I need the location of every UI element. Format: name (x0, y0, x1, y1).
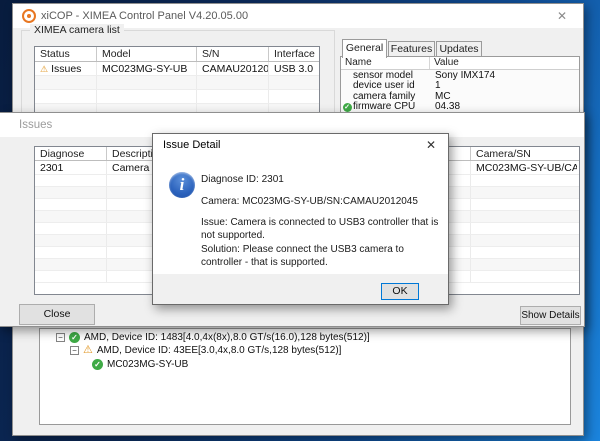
tree-item-label: MC023MG-SY-UB (107, 359, 188, 370)
show-details-button[interactable]: Show Details (520, 306, 581, 325)
tree-item-label: AMD, Device ID: 1483[4.0,4x(8x),8.0 GT/s… (84, 332, 370, 343)
camera-interface: USB 3.0 (269, 62, 318, 75)
tab-general[interactable]: General (342, 39, 387, 58)
issue-detail-dialog: Issue Detail ✕ i Diagnose ID: 2301 Camer… (152, 133, 449, 305)
property-value: MC (430, 91, 577, 102)
ok-check-icon: ✓ (69, 332, 80, 343)
tree-item-root-controller[interactable]: − ✓ AMD, Device ID: 1483[4.0,4x(8x),8.0 … (40, 329, 570, 343)
property-value: Sony IMX174 (430, 70, 577, 81)
close-icon[interactable]: ✕ (414, 134, 448, 156)
info-icon: i (169, 172, 195, 198)
tree-item-label: AMD, Device ID: 43EE[3.0,4x,8.0 GT/s,128… (97, 345, 342, 356)
property-value: 04.38 (430, 101, 577, 112)
property-name: firmware CPU (353, 101, 430, 112)
column-header-status[interactable]: Status (35, 47, 97, 61)
column-header-diagnose[interactable]: Diagnose (35, 147, 107, 160)
pcie-tree-panel: − ✓ AMD, Device ID: 1483[4.0,4x(8x),8.0 … (39, 328, 571, 425)
empty-row (35, 76, 319, 90)
issue-camera-sn: MC023MG-SY-UB/CAMAU2... (471, 161, 577, 174)
solution-line: Solution: Please connect the USB3 camera… (201, 244, 443, 269)
dialog-titlebar[interactable]: Issue Detail ✕ (153, 134, 448, 156)
collapse-icon[interactable]: − (70, 346, 79, 355)
column-header-sn[interactable]: S/N (197, 47, 269, 61)
camera-list-table: Status Model S/N Interface ⚠Issues MC023… (34, 46, 320, 116)
property-value: 1 (430, 80, 577, 91)
ok-check-icon: ✓ (92, 359, 103, 370)
property-name: device user id (353, 80, 430, 91)
issues-window-title: Issues (19, 113, 52, 137)
camera-model: MC023MG-SY-UB (97, 62, 197, 75)
column-header-camera-sn[interactable]: Camera/SN (471, 147, 577, 160)
property-row[interactable]: device user id 1 (341, 81, 579, 92)
xicop-app-icon (22, 9, 36, 23)
column-header-value[interactable]: Value (430, 57, 577, 69)
camera-table-header: Status Model S/N Interface (35, 47, 319, 62)
diagnose-id-line: Diagnose ID: 2301 (201, 174, 443, 187)
issue-line: Issue: Camera is connected to USB3 contr… (201, 217, 443, 242)
issue-diagnose-id: 2301 (35, 161, 107, 174)
column-header-model[interactable]: Model (97, 47, 197, 61)
general-tab-panel: Name Value sensor model Sony IMX174 devi… (340, 56, 580, 118)
tab-updates[interactable]: Updates (436, 41, 482, 57)
column-header-interface[interactable]: Interface (269, 47, 318, 61)
camera-status: Issues (51, 63, 81, 75)
column-header-name[interactable]: Name (341, 57, 430, 69)
close-button[interactable]: Close (19, 304, 95, 325)
property-row[interactable]: ✓ firmware CPU 04.38 (341, 102, 579, 113)
warning-icon: ⚠ (40, 64, 48, 74)
dialog-title: Issue Detail (163, 134, 220, 156)
property-row[interactable]: sensor model Sony IMX174 (341, 70, 579, 81)
property-row[interactable]: camera family MC (341, 91, 579, 102)
tree-item-camera[interactable]: ✓ MC023MG-SY-UB (40, 357, 570, 371)
property-name: camera family (353, 91, 430, 102)
ok-button[interactable]: OK (381, 283, 419, 300)
tab-features[interactable]: Features (388, 41, 435, 57)
close-icon[interactable]: ✕ (541, 4, 583, 28)
camera-serial: CAMAU2012045 (197, 62, 269, 75)
tree-item-child-controller[interactable]: − ⚠ AMD, Device ID: 43EE[3.0,4x,8.0 GT/s… (40, 343, 570, 357)
property-name: sensor model (353, 70, 430, 81)
camera-table-row[interactable]: ⚠Issues MC023MG-SY-UB CAMAU2012045 USB 3… (35, 62, 319, 76)
empty-row (35, 90, 319, 104)
desktop: xiCOP - XIMEA Control Panel V4.20.05.00 … (0, 0, 600, 441)
collapse-icon[interactable]: − (56, 333, 65, 342)
ok-check-icon: ✓ (343, 103, 352, 112)
camera-list-group-label: XIMEA camera list (30, 24, 124, 36)
camera-line: Camera: MC023MG-SY-UB/SN:CAMAU2012045 (201, 196, 443, 209)
warning-icon: ⚠ (83, 345, 93, 356)
properties-header: Name Value (341, 57, 579, 70)
